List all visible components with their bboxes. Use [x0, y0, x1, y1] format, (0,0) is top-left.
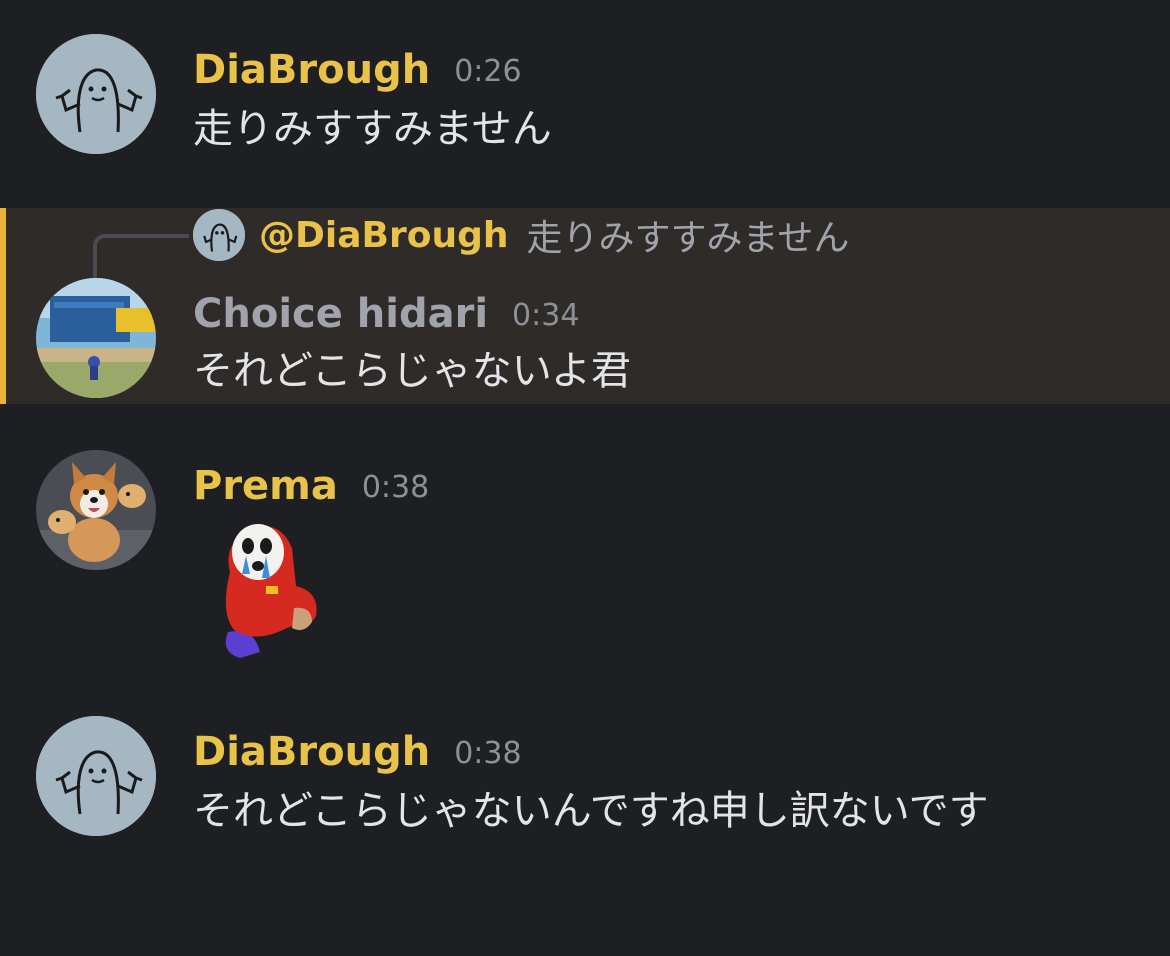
timestamp: 0:38 [454, 736, 522, 771]
muscle-doodle-icon [36, 34, 156, 154]
reply-avatar [193, 209, 245, 261]
reply-spine [93, 234, 189, 282]
muscle-doodle-icon [36, 716, 156, 836]
crying-shy-guy-sticker[interactable] [200, 512, 330, 662]
message: Prema 0:38 [0, 440, 1170, 680]
message-text: 走りみすすみません [193, 106, 552, 152]
game-scene-icon [36, 278, 156, 398]
crying-shy-guy-icon [225, 524, 317, 658]
author-name[interactable]: DiaBrough [193, 47, 430, 93]
message-highlighted: @DiaBrough 走りみすすみません Choice hidari 0:34 そ… [0, 208, 1170, 404]
message-text: それどこらじゃないんですね申し訳ないです [193, 788, 989, 834]
message-text: それどこらじゃないよ君 [193, 348, 631, 394]
highlight-bar [0, 208, 6, 404]
corgi-icon [36, 450, 156, 570]
timestamp: 0:26 [454, 54, 522, 89]
reply-text: 走りみすすみません [526, 218, 850, 259]
avatar[interactable] [36, 34, 156, 154]
timestamp: 0:38 [361, 470, 430, 505]
chat-log: DiaBrough 0:26 走りみすすみません @DiaBrough 走りみすす… [0, 0, 1170, 956]
muscle-doodle-icon [193, 209, 245, 261]
author-name[interactable]: Prema [193, 463, 338, 509]
author-name[interactable]: DiaBrough [193, 729, 430, 775]
author-line: Choice hidari 0:34 [193, 290, 579, 340]
avatar[interactable] [36, 450, 156, 570]
reply-mention[interactable]: @DiaBrough [259, 215, 508, 256]
reply-preview[interactable]: @DiaBrough 走りみすすみません [193, 208, 849, 262]
author-line: DiaBrough 0:38 [193, 728, 522, 778]
avatar[interactable] [36, 278, 156, 398]
author-line: DiaBrough 0:26 [193, 46, 522, 96]
message: DiaBrough 0:26 走りみすすみません [0, 0, 1170, 200]
timestamp: 0:34 [512, 298, 580, 333]
message: DiaBrough 0:38 それどこらじゃないんですね申し訳ないです [0, 700, 1170, 956]
avatar[interactable] [36, 716, 156, 836]
author-name[interactable]: Choice hidari [193, 291, 488, 337]
author-line: Prema 0:38 [193, 462, 429, 512]
